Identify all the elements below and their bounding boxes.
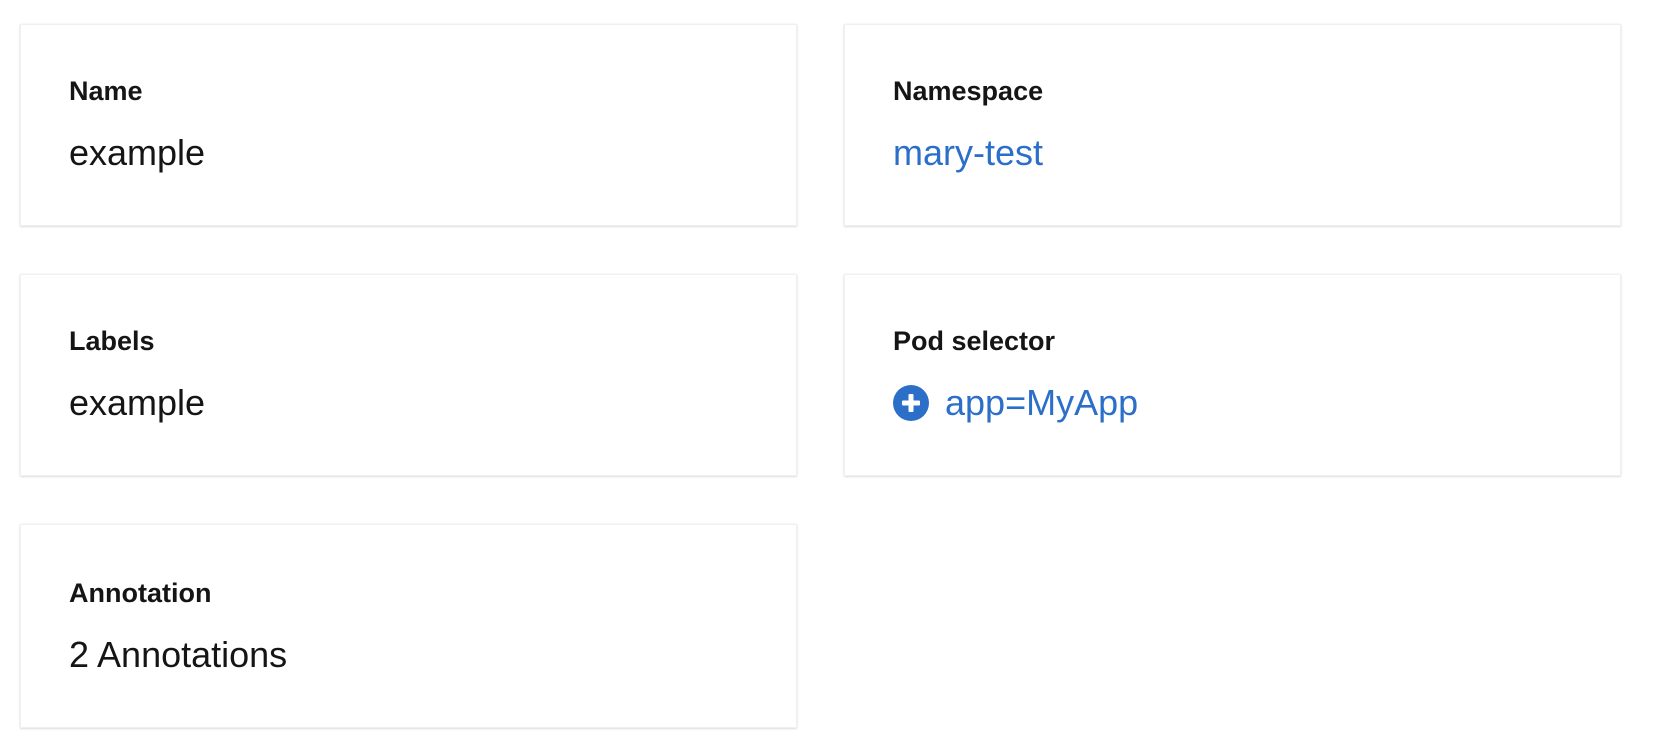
plus-circle-icon[interactable]: [893, 385, 929, 421]
labels-label: Labels: [69, 326, 155, 356]
annotation-label: Annotation: [69, 578, 212, 608]
namespace-link[interactable]: mary-test: [893, 131, 1043, 175]
labels-value: example: [69, 382, 206, 423]
annotation-value: 2 Annotations: [69, 634, 288, 675]
pod-selector-card: Pod selector app=MyApp: [844, 274, 1621, 476]
name-label: Name: [69, 76, 143, 106]
name-card: Name example: [20, 24, 797, 226]
labels-card: Labels example: [20, 274, 797, 476]
namespace-label: Namespace: [893, 76, 1044, 106]
name-value: example: [69, 132, 206, 173]
pod-selector-link[interactable]: app=MyApp: [893, 381, 1138, 425]
annotation-card: Annotation 2 Annotations: [20, 524, 797, 728]
pod-selector-value[interactable]: app=MyApp: [945, 381, 1138, 425]
pod-selector-label: Pod selector: [893, 326, 1056, 356]
namespace-card: Namespace mary-test: [844, 24, 1621, 226]
